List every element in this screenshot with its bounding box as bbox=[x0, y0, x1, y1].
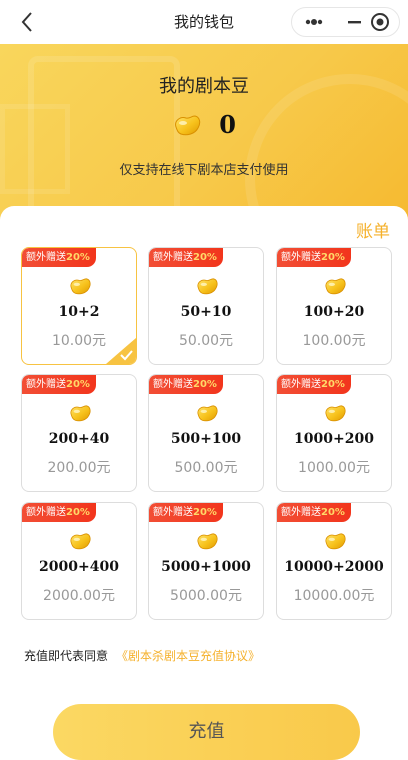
agreement-text: 充值即代表同意 《剧本杀剧本豆充值协议》 bbox=[24, 647, 260, 664]
package-amount: 5000+1000 bbox=[161, 559, 251, 575]
bean-icon bbox=[68, 276, 92, 296]
package-card[interactable]: 额外赠送20% 50+10 50.00元 bbox=[148, 247, 264, 365]
usage-note: 仅支持在线下剧本店支付使用 bbox=[119, 163, 289, 178]
package-amount: 50+10 bbox=[180, 304, 232, 320]
package-price: 5000.00元 bbox=[170, 588, 242, 604]
bonus-badge: 额外赠送20% bbox=[277, 375, 351, 394]
nav-bar: 我的钱包 bbox=[0, 0, 408, 44]
package-amount: 100+20 bbox=[303, 304, 365, 320]
bonus-badge-percent: 20% bbox=[321, 379, 345, 390]
package-amount: 10+2 bbox=[58, 304, 100, 320]
bonus-badge-text: 额外赠送 bbox=[281, 252, 321, 263]
bonus-badge-percent: 20% bbox=[66, 379, 90, 390]
package-card[interactable]: 额外赠送20% 200+40 200.00元 bbox=[21, 374, 137, 492]
bean-icon bbox=[195, 276, 219, 296]
bonus-badge-text: 额外赠送 bbox=[281, 507, 321, 518]
package-card[interactable]: 额外赠送20% 100+20 100.00元 bbox=[276, 247, 392, 365]
bonus-badge: 额外赠送20% bbox=[22, 375, 96, 394]
recharge-button-label: 充值 bbox=[188, 721, 225, 742]
bean-icon bbox=[195, 403, 219, 423]
package-amount: 1000+200 bbox=[294, 431, 374, 447]
package-amount: 2000+400 bbox=[39, 559, 119, 575]
bonus-badge-percent: 20% bbox=[66, 507, 90, 518]
package-price: 2000.00元 bbox=[43, 588, 115, 604]
package-price: 100.00元 bbox=[302, 333, 366, 349]
bonus-badge: 额外赠送20% bbox=[22, 503, 96, 522]
package-card[interactable]: 额外赠送20% 500+100 500.00元 bbox=[148, 374, 264, 492]
package-card[interactable]: 额外赠送20% 10+2 10.00元 bbox=[21, 247, 137, 365]
bonus-badge-text: 额外赠送 bbox=[153, 252, 193, 263]
close-circle-icon[interactable] bbox=[365, 8, 395, 36]
bonus-badge-percent: 20% bbox=[321, 507, 345, 518]
minimize-icon[interactable] bbox=[331, 8, 361, 36]
wallet-title: 我的剧本豆 bbox=[159, 76, 249, 97]
bonus-badge-percent: 20% bbox=[321, 252, 345, 263]
more-icon[interactable] bbox=[302, 8, 332, 36]
mini-program-capsule bbox=[291, 7, 400, 37]
bonus-badge: 额外赠送20% bbox=[149, 375, 223, 394]
package-price: 200.00元 bbox=[47, 460, 111, 476]
bonus-badge-percent: 20% bbox=[193, 379, 217, 390]
bonus-badge-text: 额外赠送 bbox=[26, 379, 66, 390]
package-amount: 10000+2000 bbox=[284, 559, 384, 575]
bonus-badge-text: 额外赠送 bbox=[26, 252, 66, 263]
bonus-badge-text: 额外赠送 bbox=[153, 379, 193, 390]
bean-icon bbox=[323, 531, 347, 551]
bill-link[interactable]: 账单 bbox=[356, 217, 390, 242]
bonus-badge-text: 额外赠送 bbox=[26, 507, 66, 518]
bonus-badge-percent: 20% bbox=[193, 507, 217, 518]
bean-icon bbox=[68, 403, 92, 423]
bonus-badge: 额外赠送20% bbox=[22, 248, 96, 267]
recharge-button[interactable]: 充值 bbox=[53, 704, 360, 760]
package-price: 50.00元 bbox=[178, 333, 234, 349]
package-amount: 200+40 bbox=[48, 431, 110, 447]
bonus-badge-percent: 20% bbox=[193, 252, 217, 263]
bonus-badge: 额外赠送20% bbox=[277, 248, 351, 267]
check-icon bbox=[106, 338, 136, 364]
bonus-badge-text: 额外赠送 bbox=[281, 379, 321, 390]
balance-row: 0 bbox=[0, 110, 408, 144]
bonus-badge: 额外赠送20% bbox=[149, 248, 223, 267]
package-price: 1000.00元 bbox=[298, 460, 370, 476]
package-card[interactable]: 额外赠送20% 5000+1000 5000.00元 bbox=[148, 502, 264, 620]
bonus-badge: 额外赠送20% bbox=[277, 503, 351, 522]
package-price: 10000.00元 bbox=[293, 588, 375, 604]
package-amount: 500+100 bbox=[170, 431, 242, 447]
bean-icon bbox=[323, 276, 347, 296]
bean-icon bbox=[68, 531, 92, 551]
bonus-badge-text: 额外赠送 bbox=[153, 507, 193, 518]
package-card[interactable]: 额外赠送20% 1000+200 1000.00元 bbox=[276, 374, 392, 492]
package-price: 500.00元 bbox=[174, 460, 238, 476]
bean-icon bbox=[323, 403, 347, 423]
bean-icon bbox=[195, 531, 219, 551]
bonus-badge: 额外赠送20% bbox=[149, 503, 223, 522]
agreement-link[interactable]: 《剧本杀剧本豆充值协议》 bbox=[116, 649, 260, 663]
bean-balance: 0 bbox=[219, 110, 236, 139]
bean-icon bbox=[172, 113, 202, 137]
bonus-badge-percent: 20% bbox=[66, 252, 90, 263]
package-card[interactable]: 额外赠送20% 10000+2000 10000.00元 bbox=[276, 502, 392, 620]
package-card[interactable]: 额外赠送20% 2000+400 2000.00元 bbox=[21, 502, 137, 620]
agreement-prefix: 充值即代表同意 bbox=[24, 649, 109, 663]
